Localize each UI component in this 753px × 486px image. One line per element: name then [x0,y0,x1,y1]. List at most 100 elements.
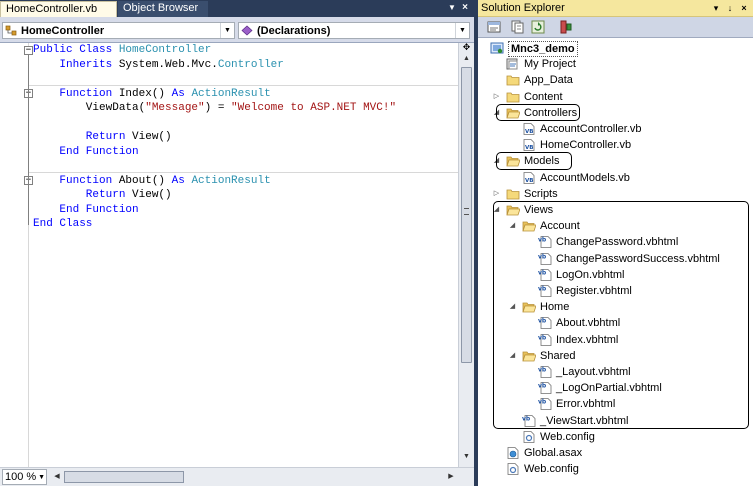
code-line[interactable]: Return View() [33,130,172,144]
collapse-arrow-icon[interactable]: ◢ [509,222,516,230]
tree-node-web-config[interactable]: Web.config [478,429,753,445]
code-text[interactable]: Public Class HomeController Inherits Sys… [33,43,458,467]
vb-file-icon: VB [522,123,536,135]
tree-node-label: Web.config [540,430,595,443]
collapse-region-icon[interactable]: − [24,45,33,55]
tree-node-mnc3-demo[interactable]: Mnc3_demo [478,40,753,57]
code-token: ViewData( [33,102,146,114]
code-line[interactable]: End Class [33,217,92,231]
scroll-down-icon[interactable]: ▼ [461,451,472,463]
code-token: End Function [33,203,139,216]
refresh-icon[interactable] [531,20,545,34]
code-line[interactable]: Function Index() As ActionResult [33,87,270,101]
split-handle-icon[interactable]: ✥ [461,43,472,52]
collapse-arrow-icon[interactable]: ◢ [509,303,516,311]
scroll-right-icon[interactable]: ▶ [446,471,456,483]
tree-node-label: Global.asax [524,447,583,459]
class-combo-value: HomeController [21,25,105,37]
tree-node-index-vbhtml[interactable]: vb Index.vbhtml [478,332,753,348]
code-line[interactable]: Public Class HomeController [33,43,211,57]
tree-node-changepasswordsuccess-vbhtml[interactable]: vb ChangePasswordSuccess.vbhtml [478,251,753,267]
tree-node-content[interactable]: ▷ Content [478,89,753,105]
svg-text:VB: VB [525,129,533,135]
hscroll-thumb[interactable] [64,471,184,483]
zoom-combo[interactable]: 100 % ▼ [2,469,47,485]
tree-node-home[interactable]: ◢ Home [478,299,753,315]
chevron-down-icon[interactable]: ▼ [38,472,45,484]
open-folder-icon [522,301,537,313]
chevron-down-icon[interactable]: ▼ [220,23,234,38]
tree-node-label: _LogOnPartial.vbhtml [556,382,662,395]
class-diagram-icon[interactable] [559,20,573,34]
tree-node-account[interactable]: ◢ Account [478,218,753,234]
close-icon[interactable]: × [738,2,750,14]
tree-node-layout-vbhtml[interactable]: vb _Layout.vbhtml [478,364,753,380]
close-tab-icon[interactable]: × [459,2,471,14]
code-line[interactable]: Function About() As ActionResult [33,174,270,188]
tab-homecontroller-vb[interactable]: HomeController.vb [0,1,117,17]
tree-node-homecontroller-vb[interactable]: VB HomeController.vb [478,137,753,153]
tree-node-web-config[interactable]: Web.config [478,461,753,477]
expand-arrow-icon[interactable]: ▷ [493,93,500,101]
vertical-scrollbar[interactable]: ✥ ▲ ▼ [458,43,474,467]
collapse-arrow-icon[interactable]: ◢ [493,206,500,214]
tree-node-about-vbhtml[interactable]: vb About.vbhtml [478,315,753,331]
window-position-icon[interactable]: ▾ [710,2,722,14]
code-line[interactable]: Return View() [33,188,172,202]
open-folder-icon [506,155,521,167]
code-line[interactable]: End Function [33,145,138,159]
collapse-arrow-icon[interactable]: ◢ [509,352,516,360]
collapse-arrow-icon[interactable]: ◢ [493,157,500,165]
panel-title: Solution Explorer [481,2,565,14]
gutter [0,43,28,467]
code-token: Function [33,87,119,100]
tree-node-shared[interactable]: ◢ Shared [478,348,753,364]
tree-node-app-data[interactable]: App_Data [478,72,753,88]
tree-node-register-vbhtml[interactable]: vb Register.vbhtml [478,283,753,299]
scroll-left-icon[interactable]: ◀ [52,471,62,483]
tree-node-global-asax[interactable]: Global.asax [478,445,753,461]
tree-node-label: Scripts [524,187,558,200]
tree-node-changepassword-vbhtml[interactable]: vb ChangePassword.vbhtml [478,234,753,250]
svg-text:vb: vb [538,286,547,293]
code-area[interactable]: Public Class HomeController Inherits Sys… [0,43,474,467]
scroll-up-icon[interactable]: ▲ [461,53,472,65]
tree-node-accountmodels-vb[interactable]: VB AccountModels.vb [478,170,753,186]
tab-object-browser[interactable]: Object Browser [118,1,208,17]
svg-text:vb: vb [538,237,547,244]
tree-node-scripts[interactable]: ▷ Scripts [478,186,753,202]
declarations-icon [241,25,253,36]
tree-node-logon-vbhtml[interactable]: vb LogOn.vbhtml [478,267,753,283]
tree-node-my-project[interactable]: My Project [478,56,753,72]
tree-node-controllers[interactable]: ◢ Controllers [478,105,753,121]
tree-node-models[interactable]: ◢ Models [478,153,753,169]
show-all-files-icon[interactable] [511,20,525,34]
code-token: View() [132,131,172,143]
tree-node-label: Content [524,90,563,103]
tree-node-views[interactable]: ◢ Views [478,202,753,218]
tree-node-accountcontroller-vb[interactable]: VB AccountController.vb [478,121,753,137]
vbhtml-file-icon: vb [538,366,552,378]
code-line[interactable]: Inherits System.Web.Mvc.Controller [33,58,283,72]
navigation-bar: HomeController ▼ (Declarations) ▼ [0,17,474,43]
folder-icon [506,91,520,103]
tree-node-viewstart-vbhtml[interactable]: vb _ViewStart.vbhtml [478,413,753,429]
collapse-arrow-icon[interactable]: ◢ [493,109,500,117]
horizontal-scrollbar[interactable] [64,471,444,483]
chevron-down-icon[interactable]: ▼ [455,23,469,38]
tab-list-dropdown-icon[interactable]: ▼ [447,3,457,13]
properties-icon[interactable] [487,20,501,34]
code-line[interactable]: ViewData("Message") = "Welcome to ASP.NE… [33,101,396,115]
expand-arrow-icon[interactable]: ▷ [493,190,500,198]
scroll-thumb[interactable] [461,67,472,363]
class-combo[interactable]: HomeController ▼ [2,22,235,39]
svg-text:VB: VB [525,178,533,184]
tree-node-label: Error.vbhtml [556,398,616,411]
code-line[interactable]: End Function [33,203,139,217]
code-token: About() [118,174,172,187]
svg-text:vb: vb [522,415,531,422]
members-combo[interactable]: (Declarations) ▼ [238,22,470,39]
pin-icon[interactable]: ↓ [724,2,736,14]
tree-node-error-vbhtml[interactable]: vb Error.vbhtml [478,396,753,412]
tree-node-logonpartial-vbhtml[interactable]: vb _LogOnPartial.vbhtml [478,380,753,396]
